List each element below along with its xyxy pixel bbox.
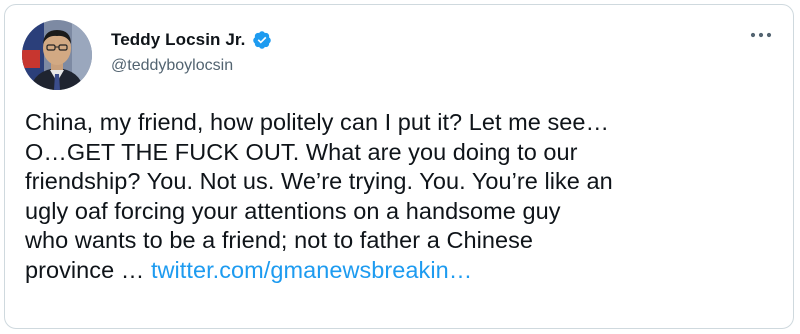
- tweet-link[interactable]: twitter.com/gmanewsbreakin…: [151, 257, 472, 283]
- tweet-text: China, my friend, how politely can I put…: [25, 108, 790, 285]
- avatar[interactable]: [22, 20, 92, 90]
- more-horizontal-icon: [750, 32, 772, 38]
- tweet-card: Teddy Locsin Jr. @teddyboylocsin China, …: [4, 4, 794, 329]
- author-name-row[interactable]: Teddy Locsin Jr.: [111, 29, 272, 51]
- author-handle[interactable]: @teddyboylocsin: [111, 57, 233, 75]
- more-options-button[interactable]: [747, 25, 775, 45]
- author-display-name[interactable]: Teddy Locsin Jr.: [111, 30, 246, 50]
- verified-badge-icon: [252, 30, 272, 50]
- avatar-image: [22, 20, 92, 90]
